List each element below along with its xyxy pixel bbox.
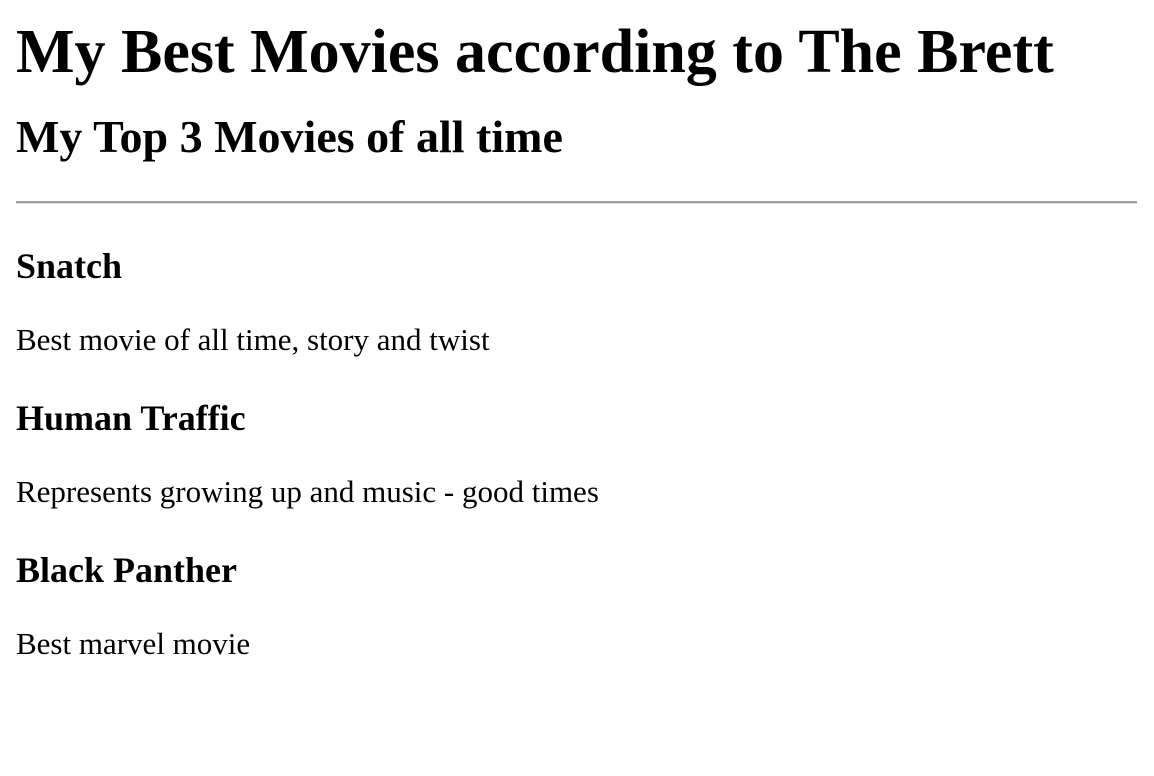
divider [16, 201, 1137, 204]
page-subtitle: My Top 3 Movies of all time [16, 111, 563, 162]
page-title: My Best Movies according to The Brett [16, 18, 1054, 86]
movie-item: Black Panther Best marvel movie [16, 548, 1138, 663]
movie-description: Best movie of all time, story and twist [16, 322, 490, 357]
movie-list: Snatch Best movie of all time, story and… [16, 244, 1138, 663]
movie-title: Snatch [16, 246, 123, 286]
movie-description: Represents growing up and music - good t… [16, 474, 599, 509]
page: My Best Movies according to The Brett My… [0, 0, 1154, 776]
movie-title: Human Traffic [16, 398, 246, 438]
movie-item: Snatch Best movie of all time, story and… [16, 244, 1138, 359]
movie-title: Black Panther [16, 550, 237, 590]
movie-description: Best marvel movie [16, 626, 251, 661]
movie-item: Human Traffic Represents growing up and … [16, 396, 1138, 511]
